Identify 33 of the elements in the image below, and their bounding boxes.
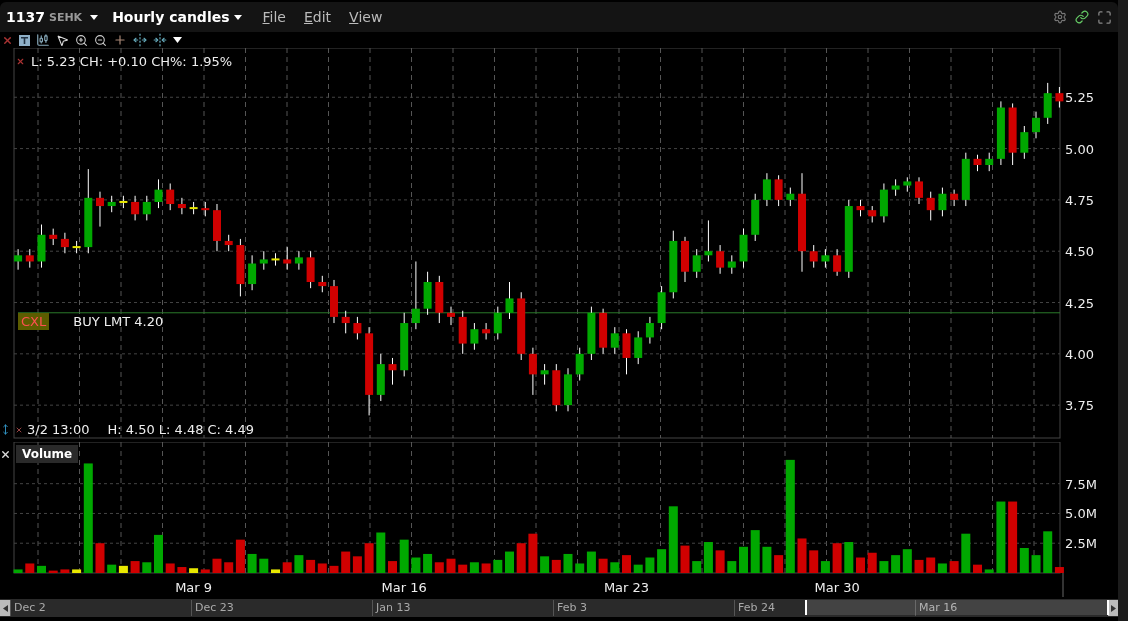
panel-tab[interactable]: Volume <box>16 445 79 463</box>
axis-label: 4.75 <box>1065 192 1094 208</box>
timeline-label: Mar 16 <box>915 600 1096 616</box>
timeline-label: Dec 23 <box>191 600 372 616</box>
menu-item[interactable]: Edit <box>298 9 337 25</box>
timeline-label: Feb 3 <box>553 600 734 616</box>
axis-label: Mar 9 <box>175 580 213 595</box>
cursor-low: L: 4.48 <box>158 422 204 437</box>
axis-label: 2.5M <box>1065 536 1097 552</box>
axis-label: 3.75 <box>1065 398 1094 414</box>
cursor-high: H: 4.50 <box>107 422 155 437</box>
axis-label: 4.25 <box>1065 295 1094 311</box>
timeline-label: Jan 13 <box>372 600 553 616</box>
menu-item[interactable]: File <box>257 9 291 25</box>
timeline-label: Dec 2 <box>10 600 191 616</box>
axis-label: 5.0M <box>1065 506 1097 522</box>
axis-label: Mar 30 <box>814 580 860 595</box>
symbol: 1137 <box>6 9 45 25</box>
order-label: BUY LMT 4.20 <box>73 314 164 329</box>
axis-label: 5.25 <box>1065 90 1094 106</box>
timeline-label: Feb 24 <box>734 600 915 616</box>
chart-type-dropdown[interactable]: Hourly candles <box>106 9 250 25</box>
exchange: SEHK <box>48 10 83 24</box>
axis-label: Mar 16 <box>381 580 427 595</box>
cursor-time: 3/2 13:00 <box>27 422 90 437</box>
axis-label: 7.5M <box>1065 476 1097 492</box>
axis-label: 5.00 <box>1065 141 1094 157</box>
axis-label: 4.50 <box>1065 244 1094 260</box>
axis-label: 4.00 <box>1065 346 1094 362</box>
menu-item[interactable]: View <box>344 9 388 25</box>
price-summary: L: 5.23 CH: +0.10 CH%: 1.95% <box>31 54 233 69</box>
axis-label: Mar 23 <box>603 580 650 595</box>
cursor-close: C: 4.49 <box>207 422 254 437</box>
